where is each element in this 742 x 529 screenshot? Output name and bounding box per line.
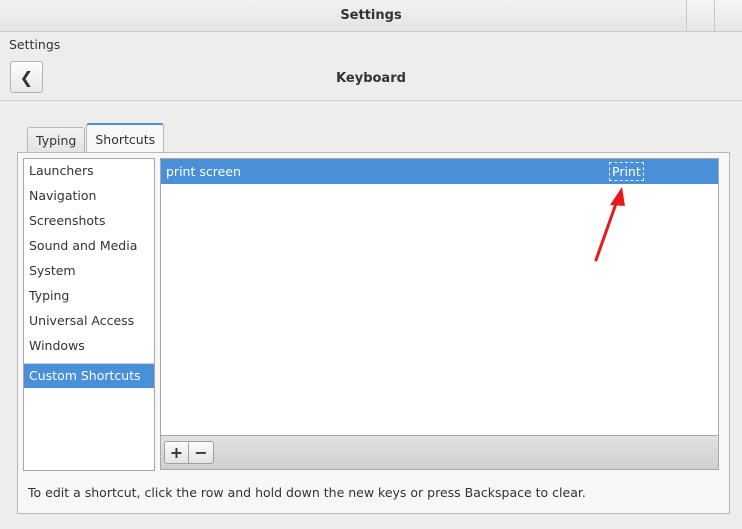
add-shortcut-button[interactable]: + xyxy=(164,441,189,464)
category-list[interactable]: Launchers Navigation Screenshots Sound a… xyxy=(23,158,155,471)
category-item-universal-access[interactable]: Universal Access xyxy=(24,310,154,332)
plus-icon: + xyxy=(169,443,184,462)
tab-shortcuts[interactable]: Shortcuts xyxy=(86,123,165,153)
minimize-button[interactable] xyxy=(686,0,714,31)
maximize-button[interactable] xyxy=(714,0,742,31)
category-item-custom-shortcuts[interactable]: Custom Shortcuts xyxy=(24,364,154,388)
app-label: Settings xyxy=(9,37,61,52)
category-item-system[interactable]: System xyxy=(24,260,154,282)
remove-shortcut-button[interactable]: − xyxy=(189,441,214,464)
category-item-sound-and-media[interactable]: Sound and Media xyxy=(24,235,154,257)
hint-text: To edit a shortcut, click the row and ho… xyxy=(28,485,586,500)
annotation-arrow-shaft xyxy=(594,196,620,262)
annotation-arrow-icon xyxy=(594,187,625,262)
category-item-screenshots[interactable]: Screenshots xyxy=(24,210,154,232)
header-bar: Settings ❮ Keyboard xyxy=(0,33,742,101)
shortcut-name: print screen xyxy=(166,164,241,179)
add-remove-group: + − xyxy=(164,441,214,464)
annotation-arrow-head xyxy=(610,187,625,206)
window-title: Settings xyxy=(340,8,402,23)
panel-title: Keyboard xyxy=(336,71,406,86)
minus-icon: − xyxy=(194,443,208,462)
window-titlebar: Settings xyxy=(0,0,742,32)
window-controls xyxy=(686,0,742,31)
tab-strip: Typing Shortcuts xyxy=(27,123,165,153)
category-item-windows[interactable]: Windows xyxy=(24,335,154,357)
category-item-navigation[interactable]: Navigation xyxy=(24,185,154,207)
tab-typing[interactable]: Typing xyxy=(27,127,86,153)
shortcut-accelerator[interactable]: Print xyxy=(609,162,644,181)
category-item-typing[interactable]: Typing xyxy=(24,285,154,307)
category-item-launchers[interactable]: Launchers xyxy=(24,160,154,182)
shortcut-toolbar: + − xyxy=(160,436,719,470)
